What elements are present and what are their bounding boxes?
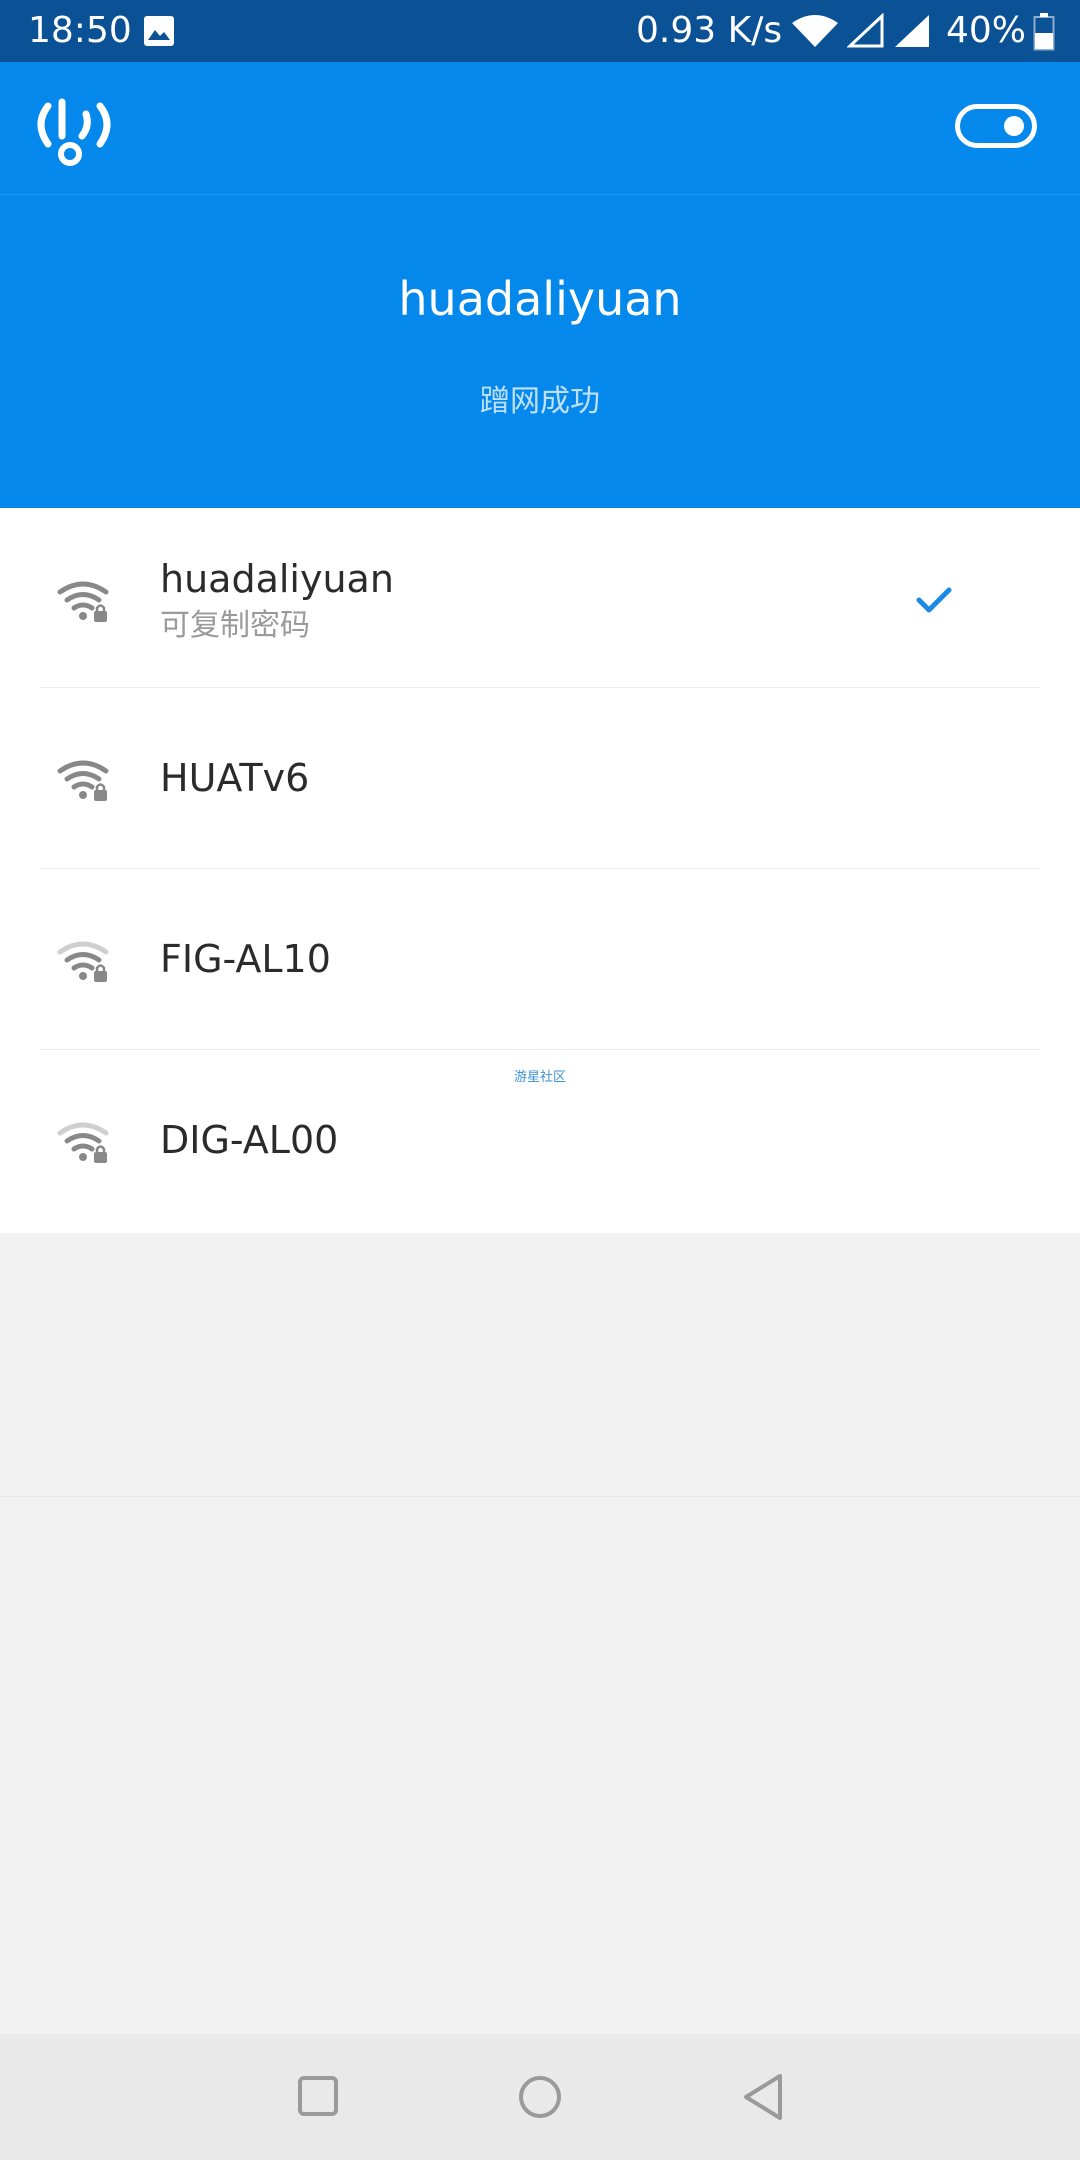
connection-status: 蹭网成功 xyxy=(480,384,600,419)
toggle-icon xyxy=(1004,116,1024,136)
wifi-locked-icon xyxy=(57,760,109,801)
image-icon xyxy=(144,16,174,46)
wifi-ssid: DIG-AL00 xyxy=(160,1118,339,1162)
wifi-ssid: huadaliyuan xyxy=(160,557,394,601)
wifi-locked-icon xyxy=(57,581,109,622)
wifi-ssid: HUATv6 xyxy=(160,756,310,800)
battery-percent: 40% xyxy=(946,10,1027,51)
navigation-bar xyxy=(0,2034,1080,2160)
divider xyxy=(40,1049,1040,1050)
wifi-locked-icon xyxy=(57,941,109,982)
divider xyxy=(0,1496,1080,1497)
copy-password-hint[interactable]: 可复制密码 xyxy=(160,606,310,646)
wifi-list-item[interactable]: huadaliyuan 可复制密码 xyxy=(0,508,1080,688)
wifi-list-item[interactable]: FIG-AL10 xyxy=(0,870,1080,1050)
network-speed: 0.93 K/s xyxy=(636,10,783,51)
home-icon[interactable] xyxy=(517,2074,563,2120)
wifi-network-list: huadaliyuan 可复制密码 HUATv6 FIG-AL10 游星社区 D… xyxy=(0,508,1080,1233)
connected-network-name: huadaliyuan xyxy=(398,272,682,326)
divider xyxy=(40,868,1040,869)
wifi-ssid: FIG-AL10 xyxy=(160,937,331,981)
check-icon xyxy=(916,587,952,613)
toolbar xyxy=(0,62,1080,195)
app-header: huadaliyuan 蹭网成功 xyxy=(0,62,1080,508)
wifi-key-logo-icon[interactable] xyxy=(30,92,118,168)
wifi-list-item[interactable]: HUATv6 xyxy=(0,689,1080,869)
battery-icon xyxy=(1033,13,1055,51)
wifi-locked-icon xyxy=(57,1122,109,1163)
toggle-button[interactable] xyxy=(955,104,1037,148)
wifi-icon xyxy=(792,15,838,47)
status-time: 18:50 xyxy=(28,10,132,51)
cell-signal-icon xyxy=(847,13,884,48)
recents-icon[interactable] xyxy=(297,2075,339,2117)
status-bar: 18:50 0.93 K/s 40% xyxy=(0,0,1080,62)
back-icon[interactable] xyxy=(740,2072,786,2122)
wifi-list-item[interactable]: DIG-AL00 xyxy=(0,1051,1080,1231)
cell-signal-icon xyxy=(895,15,929,47)
divider xyxy=(40,687,1040,688)
